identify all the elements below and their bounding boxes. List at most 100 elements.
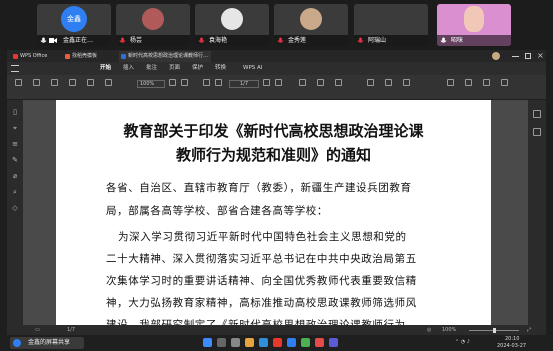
- document-title-line-2: 教师行为规范和准则》的通知: [175, 146, 371, 164]
- recipient-line-2: 局，部属各高等学校、部省合建各高等学校：: [106, 205, 328, 217]
- close-icon[interactable]: ×: [537, 50, 544, 62]
- file-explorer-icon[interactable]: [245, 338, 254, 347]
- bookmark-icon[interactable]: ⌖: [11, 124, 19, 132]
- document-title-line-1: 教育部关于印发《新时代高校思想政治理论课: [123, 122, 424, 140]
- status-page-number: 1/7: [67, 327, 76, 333]
- avatar: 金鑫: [61, 6, 87, 32]
- translate-icon[interactable]: [447, 79, 454, 86]
- clock-date[interactable]: 2024-03-27: [497, 343, 526, 349]
- page-input[interactable]: 1/7: [229, 80, 259, 88]
- task-view-icon[interactable]: [231, 338, 240, 347]
- clock-time[interactable]: 20:10: [505, 336, 519, 342]
- menu-bar: 开始 插入 批注 页面 保护 转换 WPS AI: [7, 62, 546, 75]
- mic-icon[interactable]: [40, 37, 47, 44]
- zoom-input[interactable]: 100%: [137, 80, 165, 88]
- participant-tile[interactable]: 阿瑞山: [354, 4, 428, 46]
- tab-document[interactable]: 新时代高校思想政治理论课教师行…: [119, 51, 211, 62]
- tab-templates[interactable]: 找稻壳模板: [63, 51, 115, 62]
- avatar[interactable]: [492, 52, 500, 60]
- avatar: [221, 8, 243, 30]
- wps-logo-icon: [13, 54, 18, 59]
- share-avatar: [13, 339, 21, 347]
- participant-tile[interactable]: 金秀莲: [274, 4, 348, 46]
- hand-tool-icon[interactable]: [33, 79, 40, 86]
- settings-icon[interactable]: [465, 79, 472, 86]
- zoom-slider-handle[interactable]: [493, 328, 496, 333]
- continuous-icon[interactable]: [335, 79, 342, 86]
- highlight-icon[interactable]: [69, 79, 76, 86]
- wps-app-icon[interactable]: [273, 338, 282, 347]
- camera-icon[interactable]: [49, 37, 57, 44]
- menu-wps-ai[interactable]: WPS AI: [243, 62, 262, 75]
- menu-insert[interactable]: 插入: [123, 62, 134, 75]
- windows-start-icon[interactable]: [203, 338, 212, 347]
- app-icon[interactable]: [329, 338, 338, 347]
- screenshot-icon[interactable]: [87, 79, 94, 86]
- mic-icon: [440, 37, 447, 43]
- file-menu-icon[interactable]: [11, 65, 19, 72]
- last-page-icon[interactable]: [275, 79, 282, 86]
- screen-share-indicator[interactable]: 金鑫的屏幕共享: [10, 337, 84, 349]
- participant-tile-self[interactable]: 金鑫 金鑫正在…: [37, 4, 111, 46]
- fit-page-icon[interactable]: ⤢: [527, 325, 531, 335]
- status-read-icon[interactable]: ◎: [427, 325, 431, 335]
- template-icon: [65, 54, 70, 59]
- zoom-in-icon[interactable]: [181, 79, 188, 86]
- status-zoom[interactable]: 100%: [442, 325, 456, 335]
- participant-tile[interactable]: 袁海艳: [195, 4, 269, 46]
- wechat-icon[interactable]: [301, 338, 310, 347]
- zoom-out-icon[interactable]: [169, 79, 176, 86]
- document-page: 教育部关于印发《新时代高校思想政治理论课 教师行为规范和准则》的通知 各省、自治…: [56, 100, 491, 325]
- avatar: [300, 8, 322, 30]
- edge-icon[interactable]: [259, 338, 268, 347]
- thumbnail-icon[interactable]: ▯: [11, 108, 19, 116]
- background-icon[interactable]: [385, 79, 392, 86]
- zoom-slider[interactable]: [469, 328, 519, 333]
- body-line: 次集体学习时的重要讲话精神、向全国优秀教师代表重要致信精: [106, 275, 417, 287]
- recipient-line-1: 各省、自治区、直辖市教育厅（教委），新疆生产建设兵团教育: [106, 182, 412, 194]
- document-canvas[interactable]: 教育部关于印发《新时代高校思想政治理论课 教师行为规范和准则》的通知 各省、自治…: [23, 100, 528, 325]
- next-page-icon[interactable]: [263, 79, 270, 86]
- annotation-icon[interactable]: ✎: [11, 156, 19, 164]
- share-icon[interactable]: [533, 128, 541, 136]
- wps-title-bar: WPS Office 找稻壳模板 新时代高校思想政治理论课教师行… + ×: [7, 50, 546, 62]
- menu-comment[interactable]: 批注: [146, 62, 157, 75]
- menu-convert[interactable]: 转换: [215, 62, 226, 75]
- first-page-icon[interactable]: [203, 79, 210, 86]
- outline-icon[interactable]: ≡: [11, 140, 19, 148]
- tab-wps-office[interactable]: WPS Office: [11, 51, 56, 62]
- taskbar-search-icon[interactable]: [217, 338, 226, 347]
- app-icon[interactable]: [315, 338, 324, 347]
- menu-page[interactable]: 页面: [169, 62, 180, 75]
- participant-tile[interactable]: 杨芸: [116, 4, 190, 46]
- read-mode-icon[interactable]: [367, 79, 374, 86]
- fullscreen-icon[interactable]: [483, 79, 490, 86]
- status-bar: ▭ 1/7 ◎ 100% ⤢: [7, 325, 546, 335]
- double-page-icon[interactable]: [317, 79, 324, 86]
- participant-tile-video[interactable]: 昭咪: [437, 4, 511, 46]
- tray-icons[interactable]: ⌃ ◔ ♪: [455, 339, 470, 345]
- avatar: [464, 6, 484, 32]
- ribbon-toolbar: 100% 1/7: [7, 75, 546, 100]
- layers-icon[interactable]: ◇: [11, 204, 19, 212]
- menu-protect[interactable]: 保护: [192, 62, 203, 75]
- body-line: 建设，我部研究制定了《新时代高校思想政治理论课教师行为: [106, 319, 406, 325]
- more-icon[interactable]: [501, 79, 508, 86]
- status-sidebar-toggle-icon[interactable]: ▭: [35, 325, 40, 335]
- cursor-tool-icon[interactable]: [15, 79, 22, 86]
- maximize-icon[interactable]: [525, 53, 531, 59]
- meeting-app-icon[interactable]: [287, 338, 296, 347]
- minimize-icon[interactable]: [512, 56, 519, 57]
- search-panel-icon[interactable]: ⌕: [11, 188, 19, 196]
- select-text-icon[interactable]: [51, 79, 58, 86]
- mic-muted-icon: [198, 37, 205, 43]
- attachment-icon[interactable]: ⌀: [11, 172, 19, 180]
- single-page-icon[interactable]: [299, 79, 306, 86]
- properties-icon[interactable]: [533, 110, 541, 118]
- rotate-icon[interactable]: [105, 79, 112, 86]
- search-icon[interactable]: [403, 79, 410, 86]
- participant-name: 阿瑞山: [354, 35, 428, 46]
- prev-page-icon[interactable]: [215, 79, 222, 86]
- menu-home[interactable]: 开始: [100, 62, 111, 75]
- new-tab-icon[interactable]: +: [213, 51, 223, 62]
